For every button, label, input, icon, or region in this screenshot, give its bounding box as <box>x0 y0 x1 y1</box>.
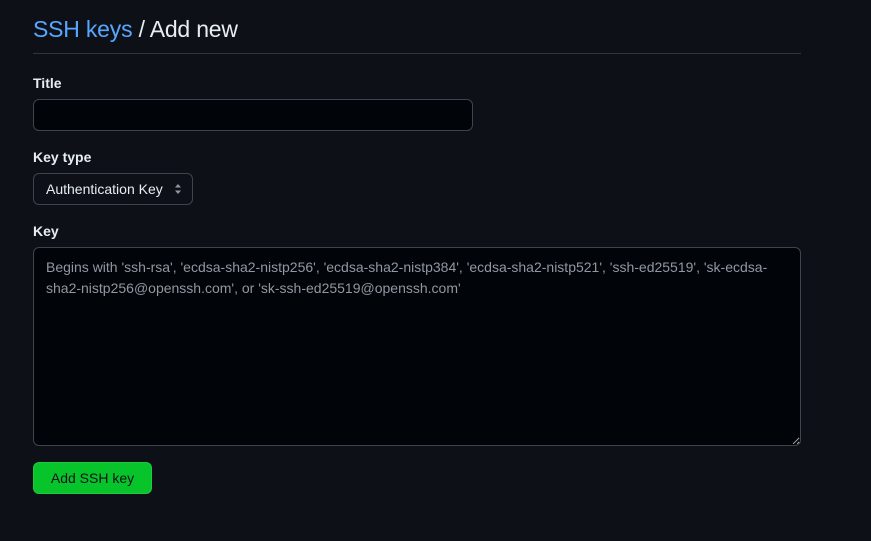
breadcrumb: SSH keys / Add new <box>33 14 801 44</box>
title-label: Title <box>33 75 62 91</box>
breadcrumb-link-ssh-keys[interactable]: SSH keys <box>33 16 133 42</box>
key-label: Key <box>33 223 59 239</box>
page: SSH keys / Add new Title Key type Authen… <box>0 0 871 541</box>
select-arrows-icon <box>175 184 181 194</box>
key-textarea[interactable] <box>33 247 801 446</box>
key-type-selected-value: Authentication Key <box>46 181 163 197</box>
page-title: Add new <box>149 16 238 42</box>
key-type-select[interactable]: Authentication Key <box>33 173 193 205</box>
title-input[interactable] <box>33 99 473 131</box>
add-ssh-key-button[interactable]: Add SSH key <box>33 462 152 494</box>
page-header: SSH keys / Add new <box>33 14 801 54</box>
key-type-label: Key type <box>33 149 92 165</box>
breadcrumb-separator: / <box>132 16 150 42</box>
